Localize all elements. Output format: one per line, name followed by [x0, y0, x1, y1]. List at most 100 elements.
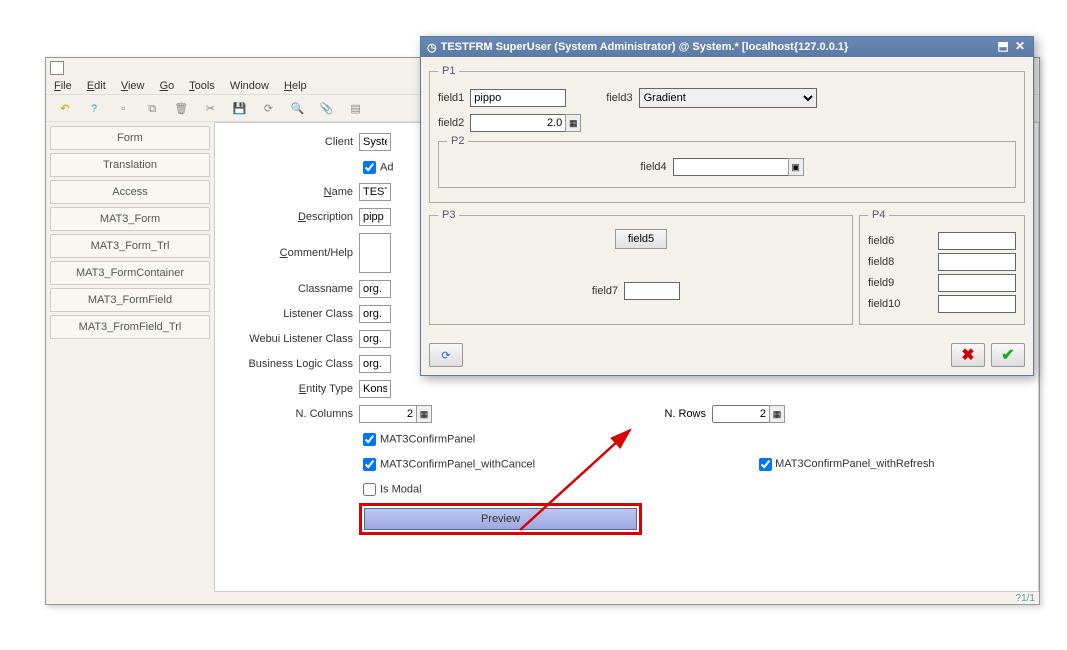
fieldset-p4: P4 field6 field8 field9 field10 [859, 209, 1025, 325]
dialog-titlebar[interactable]: ◷ TESTFRM SuperUser (System Administrato… [421, 37, 1033, 57]
confirmcancel-label: MAT3ConfirmPanel_withCancel [380, 458, 535, 470]
confirmrefresh-checkbox[interactable] [759, 458, 772, 471]
dialog-sys-icon[interactable]: ◷ [427, 41, 437, 54]
label-field8: field8 [868, 256, 894, 268]
grid-icon[interactable]: ▤ [346, 99, 366, 119]
fieldset-p2: P2 field4▣ [438, 135, 1016, 188]
menu-tools[interactable]: Tools [189, 80, 215, 92]
label-ncols: N. Columns [223, 408, 359, 420]
label-field9: field9 [868, 277, 894, 289]
system-menu-icon[interactable] [50, 61, 64, 75]
label-field1: field1 [438, 92, 464, 104]
confirmpanel-label: MAT3ConfirmPanel [380, 433, 475, 445]
label-client: Client [223, 136, 359, 148]
field10-input[interactable] [938, 295, 1016, 313]
confirmrefresh-label: MAT3ConfirmPanel_withRefresh [775, 458, 934, 470]
field3-select[interactable]: Gradient [639, 88, 817, 108]
sidebar: Form Translation Access MAT3_Form MAT3_F… [46, 122, 214, 592]
dialog-title: TESTFRM SuperUser (System Administrator)… [441, 41, 993, 53]
sidebar-item-mat3-fromfield-trl[interactable]: MAT3_FromField_Trl [50, 315, 210, 339]
dialog-close-icon[interactable]: ✕ [1013, 40, 1027, 54]
listener-field[interactable] [359, 305, 391, 323]
dialog-cancel-button[interactable]: ✖ [951, 343, 985, 367]
sidebar-item-mat3-form-trl[interactable]: MAT3_Form_Trl [50, 234, 210, 258]
menu-help[interactable]: Help [284, 80, 307, 92]
menu-view[interactable]: View [121, 80, 145, 92]
ok-icon: ✔ [1001, 345, 1014, 365]
field4-input[interactable] [673, 158, 789, 176]
field4-lookup-icon[interactable]: ▣ [788, 158, 804, 176]
legend-p4: P4 [868, 209, 889, 221]
ncols-field[interactable] [359, 405, 417, 423]
confirmcancel-checkbox[interactable] [363, 458, 376, 471]
webui-field[interactable] [359, 330, 391, 348]
ncols-calc-icon[interactable]: ▦ [416, 405, 432, 423]
attach-icon[interactable]: 📎 [317, 99, 337, 119]
label-name: Name [223, 186, 359, 198]
field6-input[interactable] [938, 232, 1016, 250]
legend-p3: P3 [438, 209, 459, 221]
field2-input[interactable] [470, 114, 566, 132]
sidebar-item-translation[interactable]: Translation [50, 153, 210, 177]
menu-window[interactable]: Window [230, 80, 269, 92]
name-field[interactable] [359, 183, 391, 201]
field1-input[interactable] [470, 89, 566, 107]
confirmpanel-checkbox[interactable] [363, 433, 376, 446]
label-classname: Classname [223, 283, 359, 295]
legend-p1: P1 [438, 65, 459, 77]
fieldset-p1: P1 field1 field3Gradient field2▦ P2 fiel… [429, 65, 1025, 203]
refresh-icon: ⟳ [441, 349, 450, 362]
help-icon[interactable]: ? [84, 99, 104, 119]
field7-input[interactable] [624, 282, 680, 300]
delete-icon[interactable]: 🗑 [171, 99, 191, 119]
label-comment: Comment/Help [223, 247, 359, 259]
status-count: ?1/1 [1016, 593, 1035, 604]
nrows-field[interactable] [712, 405, 770, 423]
sidebar-item-mat3-formfield[interactable]: MAT3_FormField [50, 288, 210, 312]
copy-icon[interactable]: ⧉ [142, 99, 162, 119]
ad-checkbox[interactable] [363, 161, 376, 174]
entity-field[interactable] [359, 380, 391, 398]
comment-field[interactable] [359, 233, 391, 273]
undo-icon[interactable]: ↶ [55, 99, 75, 119]
field5-button[interactable]: field5 [615, 229, 667, 249]
label-field2: field2 [438, 117, 464, 129]
dialog-restore-icon[interactable]: ⬒ [996, 40, 1010, 54]
sidebar-item-mat3-formcontainer[interactable]: MAT3_FormContainer [50, 261, 210, 285]
ismodal-label: Is Modal [380, 483, 422, 495]
nrows-calc-icon[interactable]: ▦ [769, 405, 785, 423]
sidebar-item-form[interactable]: Form [50, 126, 210, 150]
fieldset-p3: P3 field5 field7 [429, 209, 853, 325]
label-field6: field6 [868, 235, 894, 247]
menu-edit[interactable]: Edit [87, 80, 106, 92]
label-description: Description [223, 211, 359, 223]
preview-highlight: Preview [359, 503, 642, 535]
refresh-icon[interactable]: ⟳ [258, 99, 278, 119]
save-icon[interactable]: 💾 [229, 99, 249, 119]
business-field[interactable] [359, 355, 391, 373]
ad-label: Ad [380, 161, 393, 173]
label-field4: field4 [640, 161, 666, 173]
client-field[interactable] [359, 133, 391, 151]
description-field[interactable] [359, 208, 391, 226]
field8-input[interactable] [938, 253, 1016, 271]
menu-file[interactable]: File [54, 80, 72, 92]
cut-icon[interactable]: ✂ [200, 99, 220, 119]
classname-field[interactable] [359, 280, 391, 298]
sidebar-item-access[interactable]: Access [50, 180, 210, 204]
sidebar-item-mat3-form[interactable]: MAT3_Form [50, 207, 210, 231]
cancel-icon: ✖ [961, 345, 974, 365]
dialog-ok-button[interactable]: ✔ [991, 343, 1025, 367]
field2-calc-icon[interactable]: ▦ [565, 114, 581, 132]
menu-go[interactable]: Go [160, 80, 175, 92]
label-nrows: N. Rows [652, 408, 712, 420]
preview-dialog: ◷ TESTFRM SuperUser (System Administrato… [420, 36, 1034, 376]
new-icon[interactable]: ▫ [113, 99, 133, 119]
ismodal-checkbox[interactable] [363, 483, 376, 496]
dialog-refresh-button[interactable]: ⟳ [429, 343, 463, 367]
field9-input[interactable] [938, 274, 1016, 292]
label-field7: field7 [592, 285, 618, 297]
label-webui: Webui Listener Class [223, 333, 359, 345]
preview-button[interactable]: Preview [364, 508, 637, 530]
search-icon[interactable]: 🔍 [288, 99, 308, 119]
